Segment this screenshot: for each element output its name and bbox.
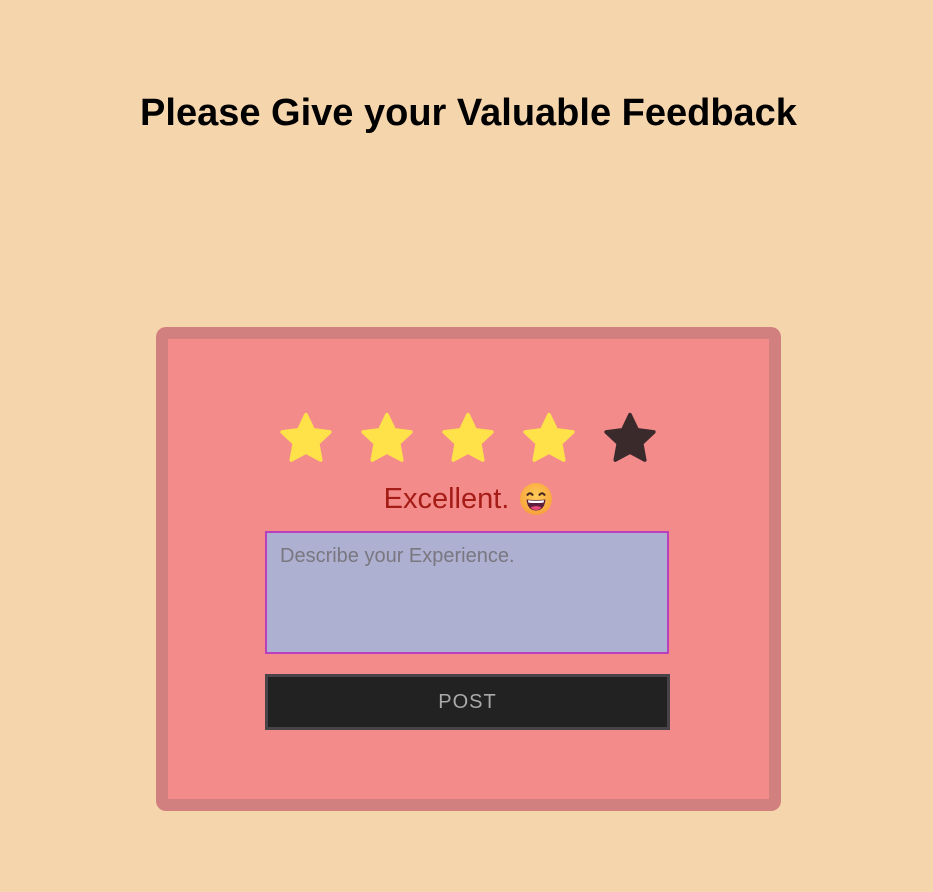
grinning-face-icon [519, 482, 553, 516]
star-icon [280, 412, 332, 462]
star-icon [523, 412, 575, 462]
post-button[interactable]: POST [265, 674, 670, 730]
star-icon [442, 412, 494, 462]
star-3[interactable] [440, 411, 496, 467]
star-5[interactable] [602, 411, 658, 467]
star-2[interactable] [359, 411, 415, 467]
star-icon [361, 412, 413, 462]
star-icon [604, 412, 656, 462]
feedback-card: Excellent. POST [156, 327, 781, 811]
star-4[interactable] [521, 411, 577, 467]
rating-label: Excellent. [383, 483, 510, 515]
page-title: Please Give your Valuable Feedback [140, 92, 797, 134]
experience-textarea[interactable] [265, 531, 669, 654]
rating-summary: Excellent. [168, 481, 769, 521]
star-1[interactable] [278, 411, 334, 467]
